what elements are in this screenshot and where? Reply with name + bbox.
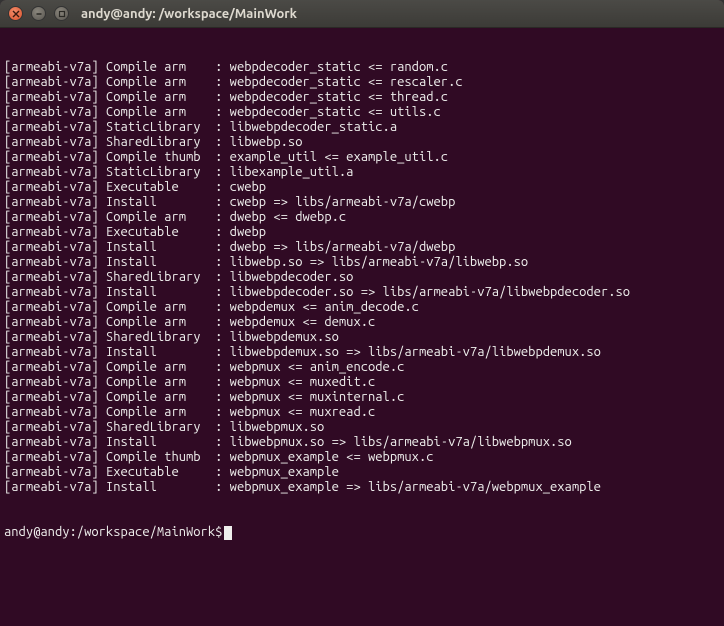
terminal-line: [armeabi-v7a] Install : webpmux_example … — [4, 480, 720, 495]
terminal-line: [armeabi-v7a] Install : dwebp => libs/ar… — [4, 240, 720, 255]
prompt-text: andy@andy:/workspace/MainWork$ — [4, 525, 222, 540]
window-title: andy@andy: /workspace/MainWork — [81, 7, 297, 21]
terminal-line: [armeabi-v7a] Compile arm : webpmux <= m… — [4, 405, 720, 420]
terminal-line: [armeabi-v7a] Install : libwebp.so => li… — [4, 255, 720, 270]
maximize-icon[interactable] — [54, 6, 69, 21]
cursor — [224, 526, 232, 540]
terminal-line: [armeabi-v7a] Compile thumb : webpmux_ex… — [4, 450, 720, 465]
terminal-line: [armeabi-v7a] SharedLibrary : libwebp.so — [4, 135, 720, 150]
terminal-output: [armeabi-v7a] Compile arm : webpdecoder_… — [4, 60, 720, 495]
terminal-line: [armeabi-v7a] SharedLibrary : libwebpdec… — [4, 270, 720, 285]
minimize-icon[interactable] — [31, 6, 46, 21]
terminal-line: [armeabi-v7a] StaticLibrary : libwebpdec… — [4, 120, 720, 135]
terminal-window: andy@andy: /workspace/MainWork [armeabi-… — [0, 0, 724, 626]
terminal-line: [armeabi-v7a] Install : libwebpmux.so =>… — [4, 435, 720, 450]
prompt-line[interactable]: andy@andy:/workspace/MainWork$ — [4, 525, 720, 540]
terminal-line: [armeabi-v7a] Compile arm : webpmux <= m… — [4, 390, 720, 405]
terminal-line: [armeabi-v7a] Compile arm : dwebp <= dwe… — [4, 210, 720, 225]
terminal-line: [armeabi-v7a] Compile arm : webpdemux <=… — [4, 300, 720, 315]
terminal-line: [armeabi-v7a] StaticLibrary : libexample… — [4, 165, 720, 180]
terminal-line: [armeabi-v7a] Executable : webpmux_examp… — [4, 465, 720, 480]
terminal-line: [armeabi-v7a] Install : libwebpdecoder.s… — [4, 285, 720, 300]
terminal-line: [armeabi-v7a] Compile arm : webpmux <= a… — [4, 360, 720, 375]
terminal-line: [armeabi-v7a] Compile arm : webpdecoder_… — [4, 75, 720, 90]
terminal-body[interactable]: [armeabi-v7a] Compile arm : webpdecoder_… — [0, 28, 724, 626]
terminal-line: [armeabi-v7a] Executable : cwebp — [4, 180, 720, 195]
terminal-line: [armeabi-v7a] Compile thumb : example_ut… — [4, 150, 720, 165]
terminal-line: [armeabi-v7a] Compile arm : webpdecoder_… — [4, 60, 720, 75]
terminal-line: [armeabi-v7a] Compile arm : webpmux <= m… — [4, 375, 720, 390]
close-icon[interactable] — [8, 6, 23, 21]
terminal-line: [armeabi-v7a] SharedLibrary : libwebpmux… — [4, 420, 720, 435]
terminal-line: [armeabi-v7a] Compile arm : webpdemux <=… — [4, 315, 720, 330]
terminal-line: [armeabi-v7a] Executable : dwebp — [4, 225, 720, 240]
terminal-line: [armeabi-v7a] Compile arm : webpdecoder_… — [4, 105, 720, 120]
terminal-line: [armeabi-v7a] Install : cwebp => libs/ar… — [4, 195, 720, 210]
terminal-line: [armeabi-v7a] Compile arm : webpdecoder_… — [4, 90, 720, 105]
titlebar[interactable]: andy@andy: /workspace/MainWork — [0, 0, 724, 28]
terminal-line: [armeabi-v7a] Install : libwebpdemux.so … — [4, 345, 720, 360]
terminal-line: [armeabi-v7a] SharedLibrary : libwebpdem… — [4, 330, 720, 345]
